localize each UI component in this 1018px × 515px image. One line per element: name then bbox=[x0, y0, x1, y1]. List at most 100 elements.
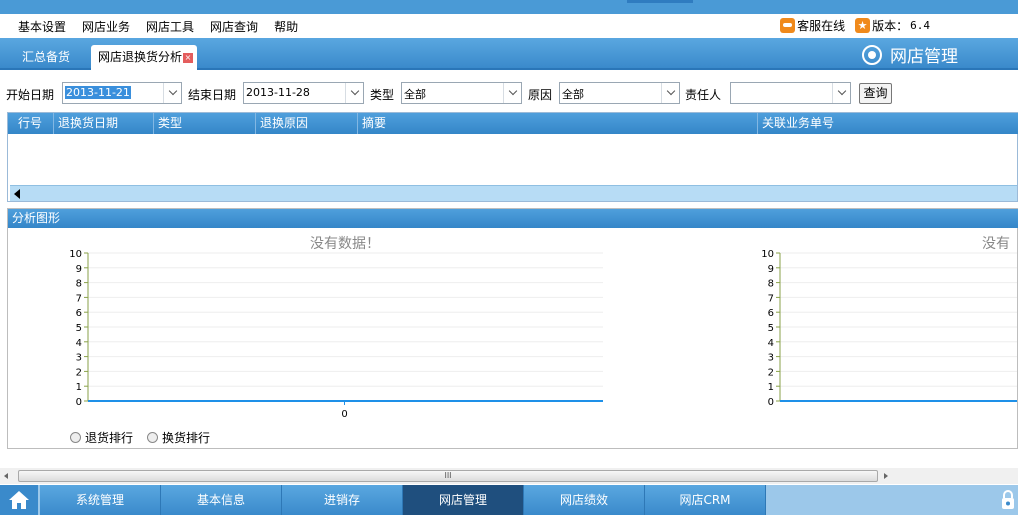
chart-y-tick-label: 6 bbox=[768, 308, 774, 319]
chart-y-tick-label: 4 bbox=[768, 338, 774, 349]
owner-select[interactable] bbox=[730, 82, 851, 104]
horizontal-scrollbar[interactable]: III bbox=[0, 468, 1018, 484]
type-value: 全部 bbox=[404, 88, 426, 101]
taskbar-shop-crm[interactable]: 网店CRM bbox=[645, 485, 766, 515]
chart-y-tick-label: 2 bbox=[76, 367, 82, 378]
chevron-down-icon[interactable] bbox=[163, 83, 181, 103]
menu-shop-business[interactable]: 网店业务 bbox=[74, 18, 138, 35]
radio-return-ranking[interactable] bbox=[70, 432, 81, 443]
tab-summary[interactable]: 汇总备货 bbox=[14, 45, 78, 70]
query-button[interactable]: 查询 bbox=[859, 83, 892, 104]
start-date-label: 开始日期 bbox=[6, 88, 55, 102]
chart-y-tick-label: 3 bbox=[768, 353, 774, 364]
chart-y-tick-label: 7 bbox=[76, 293, 82, 304]
filter-bar: 开始日期 2013-11-21 结束日期 2013-11-28 类型 全部 原因… bbox=[0, 82, 1018, 106]
col-return-date[interactable]: 退换货日期 bbox=[53, 113, 118, 134]
menu-help[interactable]: 帮助 bbox=[266, 18, 306, 35]
col-summary[interactable]: 摘要 bbox=[357, 113, 386, 134]
chart-y-tick-label: 9 bbox=[768, 264, 774, 275]
col-row-number[interactable]: 行号 bbox=[14, 113, 42, 134]
arrow-right-icon[interactable] bbox=[884, 473, 888, 479]
chart-y-tick-label: 7 bbox=[768, 293, 774, 304]
col-type[interactable]: 类型 bbox=[153, 113, 182, 134]
menu-basic-settings[interactable]: 基本设置 bbox=[10, 18, 74, 35]
arrow-left-icon[interactable] bbox=[4, 473, 8, 479]
home-button[interactable] bbox=[0, 485, 38, 515]
star-icon: ★ bbox=[855, 18, 871, 33]
chart-y-tick-label: 8 bbox=[76, 279, 82, 290]
taskbar-basic-info[interactable]: 基本信息 bbox=[161, 485, 282, 515]
chart-y-tick-label: 10 bbox=[761, 249, 774, 260]
reason-value: 全部 bbox=[562, 88, 584, 101]
end-date-label: 结束日期 bbox=[188, 88, 237, 102]
type-select[interactable]: 全部 bbox=[401, 82, 522, 104]
chart-y-tick-label: 1 bbox=[76, 382, 82, 393]
menu-shop-tools[interactable]: 网店工具 bbox=[138, 18, 202, 35]
lock-icon[interactable] bbox=[1000, 489, 1016, 511]
reason-label: 原因 bbox=[528, 88, 553, 102]
tab-return-analysis-label: 网店退换货分析 bbox=[98, 50, 183, 64]
title-strip bbox=[0, 0, 1018, 14]
chart-y-tick-label: 9 bbox=[76, 264, 82, 275]
scrollbar-thumb[interactable]: III bbox=[18, 470, 878, 482]
end-date-value: 2013-11-28 bbox=[246, 86, 310, 99]
menu-shop-query[interactable]: 网店查询 bbox=[202, 18, 266, 35]
start-date-value: 2013-11-21 bbox=[65, 86, 131, 99]
taskbar-system-admin[interactable]: 系统管理 bbox=[40, 485, 161, 515]
chart-y-tick-label: 4 bbox=[76, 338, 82, 349]
taskbar-inventory[interactable]: 进销存 bbox=[282, 485, 403, 515]
start-date-picker[interactable]: 2013-11-21 bbox=[62, 82, 182, 104]
chart-y-tick-label: 8 bbox=[768, 279, 774, 290]
chevron-down-icon[interactable] bbox=[832, 83, 850, 103]
chart-y-tick-label: 5 bbox=[768, 323, 774, 334]
tab-bar: 汇总备货 网店退换货分析 × 网店管理 bbox=[0, 38, 1018, 70]
taskbar-shop-performance[interactable]: 网店绩效 bbox=[524, 485, 645, 515]
end-date-picker[interactable]: 2013-11-28 bbox=[243, 82, 364, 104]
chart-title: 没有 bbox=[982, 236, 1010, 252]
module-logo-icon bbox=[862, 44, 882, 65]
status-area: 客服在线 ★ 版本： 6.4 bbox=[780, 17, 930, 34]
chevron-down-icon[interactable] bbox=[345, 83, 363, 103]
home-icon bbox=[9, 491, 29, 509]
taskbar-shop-management[interactable]: 网店管理 bbox=[403, 485, 524, 515]
chat-icon[interactable] bbox=[780, 18, 796, 33]
chart-title: 没有数据！ bbox=[310, 236, 380, 252]
chevron-down-icon[interactable] bbox=[661, 83, 679, 103]
arrow-left-icon[interactable] bbox=[14, 189, 20, 199]
module-title-text: 网店管理 bbox=[890, 47, 958, 67]
chevron-down-icon[interactable] bbox=[503, 83, 521, 103]
module-taskbar: 系统管理 基本信息 进销存 网店管理 网店绩效 网店CRM bbox=[0, 485, 1018, 515]
charts-area: 没有数据！ 0 1 2 3 4 5 6 7 8 9 10 0 没有 0 1 2 3 4 5 6 7 8 9 10 bbox=[69, 236, 1017, 420]
chart-y-tick-label: 1 bbox=[768, 382, 774, 393]
customer-service-link[interactable]: 客服在线 bbox=[797, 17, 845, 34]
grid-header: 行号 退换货日期 类型 退换原因 摘要 关联业务单号 bbox=[8, 113, 1018, 134]
version-label: 版本： bbox=[872, 19, 909, 33]
title-strip-marker bbox=[627, 0, 693, 3]
chart-y-tick-label: 3 bbox=[76, 353, 82, 364]
tab-summary-label: 汇总备货 bbox=[22, 50, 71, 64]
radio-exchange-ranking[interactable] bbox=[147, 432, 159, 443]
records-grid: 行号 退换货日期 类型 退换原因 摘要 关联业务单号 bbox=[7, 112, 1018, 202]
radio-exchange-label[interactable]: 换货排行 bbox=[162, 429, 210, 446]
ranking-radios: 退货排行 换货排行 bbox=[70, 429, 224, 446]
owner-label: 责任人 bbox=[685, 88, 722, 102]
col-related-order[interactable]: 关联业务单号 bbox=[757, 113, 834, 134]
chart-y-tick-label: 6 bbox=[76, 308, 82, 319]
chart-x-tick-label: 0 bbox=[341, 409, 347, 420]
version-value: 6.4 bbox=[910, 19, 930, 32]
col-reason[interactable]: 退换原因 bbox=[255, 113, 308, 134]
panel-title: 分析图形 bbox=[8, 209, 1018, 228]
chart-y-tick-label: 0 bbox=[768, 397, 774, 408]
module-title: 网店管理 bbox=[862, 42, 958, 67]
grid-scrollbar[interactable] bbox=[10, 185, 1017, 201]
chart-y-tick-label: 5 bbox=[76, 323, 82, 334]
chart-y-tick-label: 2 bbox=[768, 367, 774, 378]
analysis-panel: 分析图形 没有数据！ 0 1 2 3 4 5 6 7 8 9 10 0 没有 0 1 2 3 4 5 6 7 8 9 10 退货… bbox=[7, 208, 1018, 449]
type-label: 类型 bbox=[370, 88, 395, 102]
tab-return-analysis[interactable]: 网店退换货分析 × bbox=[91, 45, 198, 70]
reason-select[interactable]: 全部 bbox=[559, 82, 680, 104]
chart-y-tick-label: 0 bbox=[76, 397, 82, 408]
radio-return-label[interactable]: 退货排行 bbox=[85, 429, 133, 446]
close-icon[interactable]: × bbox=[183, 52, 194, 63]
chart-y-tick-label: 10 bbox=[69, 249, 82, 260]
